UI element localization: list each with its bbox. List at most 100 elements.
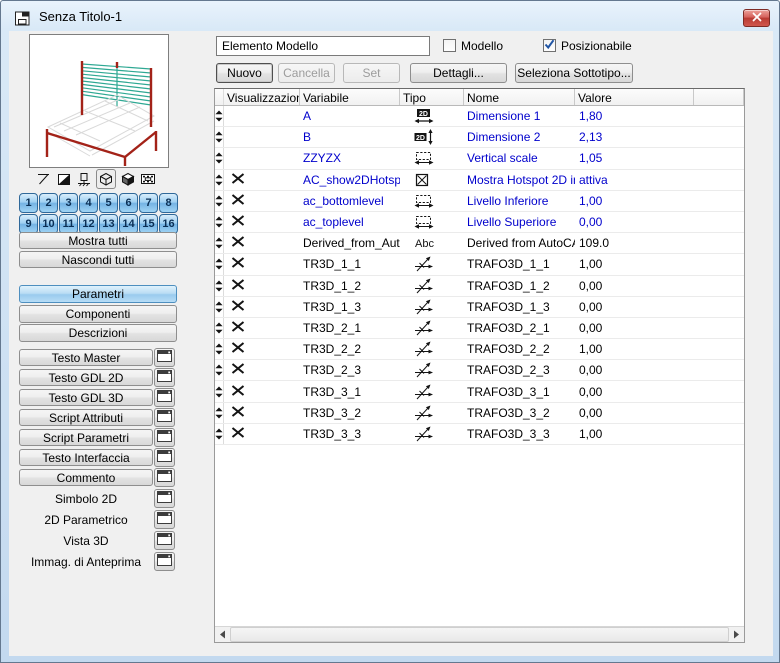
row-updown-toggle[interactable] bbox=[215, 381, 224, 401]
row-updown-toggle[interactable] bbox=[215, 276, 224, 296]
cell-value[interactable]: 1,00 bbox=[575, 191, 694, 211]
table-row[interactable]: TR3D_2_2TRAFO3D_2_21,00 bbox=[215, 339, 744, 360]
posizionabile-checkbox-group[interactable]: Posizionabile bbox=[543, 38, 632, 53]
cell-value[interactable]: 109.0 bbox=[575, 233, 694, 253]
table-row[interactable]: TR3D_1_3TRAFO3D_1_30,00 bbox=[215, 297, 744, 318]
cell-name[interactable]: TRAFO3D_3_1 bbox=[464, 381, 575, 401]
cell-variable[interactable]: TR3D_1_1 bbox=[300, 254, 400, 274]
tab-descrizioni[interactable]: Descrizioni bbox=[19, 324, 177, 342]
cell-value[interactable]: 0,00 bbox=[575, 360, 694, 380]
button-nuovo[interactable]: Nuovo bbox=[216, 63, 273, 83]
level-button-11[interactable]: 11 bbox=[59, 214, 78, 234]
row-updown-toggle[interactable] bbox=[215, 170, 224, 190]
cell-value[interactable]: 1,00 bbox=[575, 424, 694, 444]
cell-name[interactable]: TRAFO3D_1_1 bbox=[464, 254, 575, 274]
tab-parametri[interactable]: Parametri bbox=[19, 285, 177, 303]
cell-variable[interactable]: TR3D_2_2 bbox=[300, 339, 400, 359]
row-hidden-toggle[interactable] bbox=[224, 233, 300, 253]
script-button-script-parametri[interactable]: Script Parametri bbox=[19, 429, 153, 446]
cell-variable[interactable]: TR3D_3_3 bbox=[300, 424, 400, 444]
open-window-button[interactable] bbox=[154, 510, 175, 529]
table-row[interactable]: B2DDimensione 22,13 bbox=[215, 127, 744, 148]
horizontal-scrollbar[interactable] bbox=[215, 626, 744, 642]
cell-value[interactable]: 1,80 bbox=[575, 106, 694, 126]
level-button-12[interactable]: 12 bbox=[79, 214, 98, 234]
row-updown-toggle[interactable] bbox=[215, 318, 224, 338]
open-window-button[interactable] bbox=[154, 388, 175, 407]
wireframe-3d-icon[interactable] bbox=[96, 169, 116, 189]
cell-variable[interactable]: TR3D_3_2 bbox=[300, 403, 400, 423]
script-button-testo-interfaccia[interactable]: Testo Interfaccia bbox=[19, 449, 153, 466]
row-updown-toggle[interactable] bbox=[215, 106, 224, 126]
cell-variable[interactable]: A bbox=[300, 106, 400, 126]
cell-value[interactable]: 0,00 bbox=[575, 297, 694, 317]
modello-checkbox[interactable] bbox=[443, 39, 456, 52]
cell-variable[interactable]: B bbox=[300, 127, 400, 147]
cell-name[interactable]: Vertical scale bbox=[464, 148, 575, 168]
row-hidden-toggle[interactable] bbox=[224, 424, 300, 444]
row-hidden-toggle[interactable] bbox=[224, 403, 300, 423]
open-window-button[interactable] bbox=[154, 448, 175, 467]
level-button-10[interactable]: 10 bbox=[39, 214, 58, 234]
cell-value[interactable]: attiva bbox=[575, 170, 694, 190]
row-hidden-toggle[interactable] bbox=[224, 212, 300, 232]
wireframe-2d-icon[interactable] bbox=[36, 171, 52, 187]
cell-name[interactable]: Dimensione 2 bbox=[464, 127, 575, 147]
modello-checkbox-group[interactable]: Modello bbox=[443, 38, 503, 53]
open-window-button[interactable] bbox=[154, 489, 175, 508]
posizionabile-checkbox[interactable] bbox=[543, 39, 556, 52]
column-header-tipo[interactable]: Tipo bbox=[400, 89, 464, 105]
row-updown-toggle[interactable] bbox=[215, 191, 224, 211]
cell-name[interactable]: TRAFO3D_2_3 bbox=[464, 360, 575, 380]
table-row[interactable]: TR3D_2_1TRAFO3D_2_10,00 bbox=[215, 318, 744, 339]
table-row[interactable]: ZZYZXVertical scale1,05 bbox=[215, 148, 744, 169]
table-row[interactable]: ac_bottomlevelLivello Inferiore1,00 bbox=[215, 191, 744, 212]
row-hidden-toggle[interactable] bbox=[224, 276, 300, 296]
cell-variable[interactable]: TR3D_3_1 bbox=[300, 381, 400, 401]
row-hidden-toggle[interactable] bbox=[224, 318, 300, 338]
scroll-right-arrow-icon[interactable] bbox=[729, 627, 744, 642]
close-button[interactable] bbox=[743, 9, 770, 27]
level-button-3[interactable]: 3 bbox=[59, 193, 78, 213]
show-all-button[interactable]: Mostra tutti bbox=[19, 232, 177, 249]
cell-variable[interactable]: ac_toplevel bbox=[300, 212, 400, 232]
row-hidden-toggle[interactable] bbox=[224, 106, 300, 126]
hatched-fill-icon[interactable] bbox=[56, 171, 72, 187]
titlebar[interactable]: Senza Titolo-1 bbox=[1, 1, 779, 31]
script-button-script-attributi[interactable]: Script Attributi bbox=[19, 409, 153, 426]
open-window-button[interactable] bbox=[154, 348, 175, 367]
level-button-7[interactable]: 7 bbox=[139, 193, 158, 213]
column-header-valore[interactable]: Valore bbox=[575, 89, 694, 105]
row-updown-toggle[interactable] bbox=[215, 403, 224, 423]
cell-name[interactable]: TRAFO3D_2_1 bbox=[464, 318, 575, 338]
table-row[interactable]: TR3D_1_1 TRAFO3D_1_11,00 bbox=[215, 254, 744, 275]
level-button-6[interactable]: 6 bbox=[119, 193, 138, 213]
level-button-14[interactable]: 14 bbox=[119, 214, 138, 234]
cell-name[interactable]: TRAFO3D_3_3 bbox=[464, 424, 575, 444]
open-window-button[interactable] bbox=[154, 531, 175, 550]
table-row[interactable]: Derived_from_Aut...AbcDerived from AutoC… bbox=[215, 233, 744, 254]
cell-value[interactable]: 0,00 bbox=[575, 212, 694, 232]
cell-name[interactable]: TRAFO3D_1_3 bbox=[464, 297, 575, 317]
cell-variable[interactable]: TR3D_2_3 bbox=[300, 360, 400, 380]
open-window-button[interactable] bbox=[154, 368, 175, 387]
button-dettagli[interactable]: Dettagli... bbox=[410, 63, 507, 83]
cell-name[interactable]: TRAFO3D_1_2 bbox=[464, 276, 575, 296]
row-updown-toggle[interactable] bbox=[215, 424, 224, 444]
row-updown-toggle[interactable] bbox=[215, 254, 224, 274]
cell-variable[interactable]: Derived_from_Aut... bbox=[300, 233, 400, 253]
row-updown-toggle[interactable] bbox=[215, 360, 224, 380]
script-button-testo-gdl-2d[interactable]: Testo GDL 2D bbox=[19, 369, 153, 386]
cell-name[interactable]: Livello Superiore bbox=[464, 212, 575, 232]
cell-variable[interactable]: ZZYZX bbox=[300, 148, 400, 168]
cell-value[interactable]: 0,00 bbox=[575, 276, 694, 296]
cell-value[interactable]: 1,00 bbox=[575, 254, 694, 274]
table-row[interactable]: TR3D_3_2TRAFO3D_3_20,00 bbox=[215, 403, 744, 424]
row-updown-toggle[interactable] bbox=[215, 297, 224, 317]
row-hidden-toggle[interactable] bbox=[224, 127, 300, 147]
level-button-8[interactable]: 8 bbox=[159, 193, 178, 213]
row-updown-toggle[interactable] bbox=[215, 127, 224, 147]
element-name-input[interactable] bbox=[216, 36, 430, 56]
symbol-stand-icon[interactable] bbox=[76, 171, 92, 187]
row-hidden-toggle[interactable] bbox=[224, 191, 300, 211]
